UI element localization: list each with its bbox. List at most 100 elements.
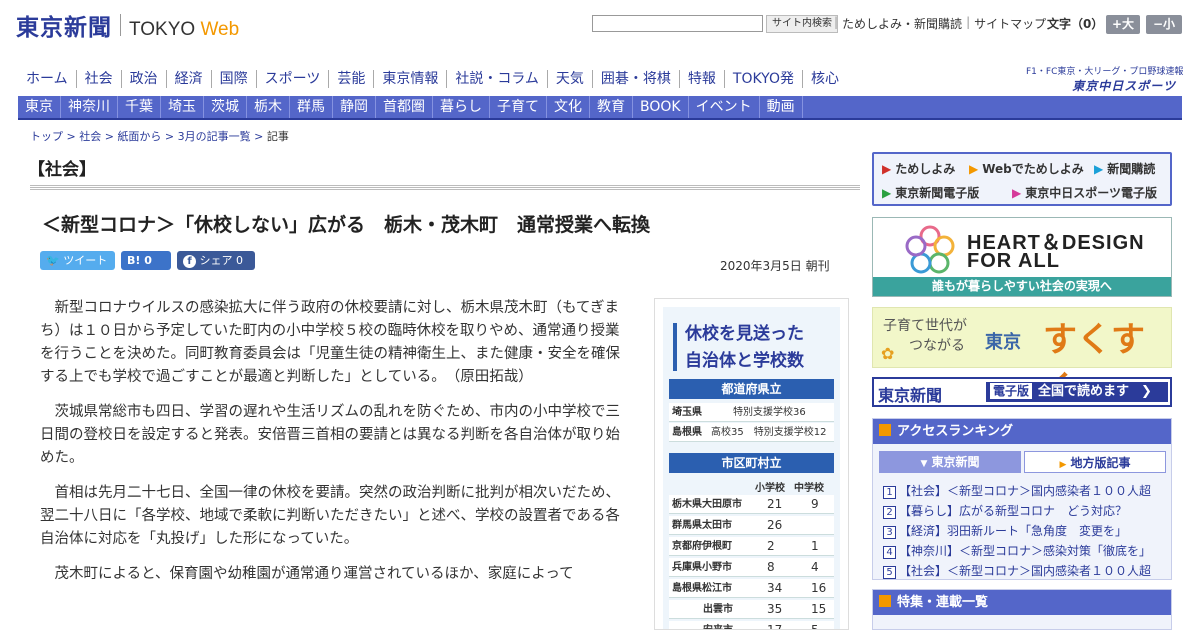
row-junior: 9 <box>811 497 819 511</box>
local-chiba[interactable]: 千葉 <box>118 96 161 118</box>
nav-tokyo-hatsu[interactable]: TOKYO発 <box>725 70 803 88</box>
ranking-list: 1 【社会】＜新型コロナ＞国内感染者１００人超 2 【暮らし】広がる新型コロナ どう… <box>883 481 1163 581</box>
row-name: 島根県 <box>672 427 702 438</box>
logo-en-b: Web <box>200 19 240 40</box>
e-paper-banner[interactable]: 東京新聞 電子版 全国で読めます ❯ <box>872 377 1172 407</box>
nav-sports[interactable]: スポーツ <box>257 70 330 88</box>
local-kanagawa[interactable]: 神奈川 <box>61 96 118 118</box>
ranking-item[interactable]: 5 【社会】＜新型コロナ＞国内感染者１００人超 <box>883 561 1163 581</box>
local-parenting[interactable]: 子育て <box>490 96 547 118</box>
crumb-march-list[interactable]: 3月の記事一覧 <box>178 130 251 143</box>
local-gunma[interactable]: 群馬 <box>290 96 333 118</box>
nav-society[interactable]: 社会 <box>77 70 122 88</box>
link-tameshiyomi[interactable]: ▶ ためしよみ <box>882 160 955 177</box>
table-row: 兵庫県小野市 8 4 <box>669 558 834 577</box>
ranking-item[interactable]: 4 【神奈川】＜新型コロナ＞感染対策「徹底を」 <box>883 541 1163 561</box>
ranking-text: 【暮らし】広がる新型コロナ どう対応？ <box>899 504 1128 518</box>
infographic-title-2: 自治体と学校数 <box>685 351 804 371</box>
chunichi-small: F1・FC東京・大リーグ・プロ野球速報 <box>1026 67 1184 77</box>
ranking-item[interactable]: 2 【暮らし】広がる新型コロナ どう対応？ <box>883 501 1163 521</box>
search-input[interactable] <box>592 15 763 32</box>
nav-politics[interactable]: 政治 <box>122 70 167 88</box>
infographic-inner: 休校を見送った 自治体と学校数 都道府県立 埼玉県 特別支援学校36 島根県 高校35… <box>663 307 840 629</box>
local-education[interactable]: 教育 <box>590 96 633 118</box>
link-trial-subscribe[interactable]: ためしよみ・新聞購読 <box>842 15 962 32</box>
rank-number: 3 <box>883 526 896 539</box>
tab-local-articles[interactable]: ▶ 地方版記事 <box>1024 451 1166 473</box>
nav-tokyo-info[interactable]: 東京情報 <box>374 70 448 88</box>
site-logo[interactable]: 東京新聞 TOKYO Web <box>16 8 239 42</box>
row-junior: 5 <box>811 623 819 630</box>
table-row: 京都府伊根町 2 1 <box>669 537 834 556</box>
search-button[interactable]: サイト内検索 <box>766 15 838 33</box>
row-name: 安来市 <box>703 621 733 629</box>
article-date: 2020年3月5日 朝刊 <box>720 259 830 273</box>
link-sitemap[interactable]: サイトマップ <box>974 15 1046 32</box>
ranking-item[interactable]: 3 【経済】羽田新ルート「急角度 変更を」 <box>883 521 1163 541</box>
sukusuku-tagline-2: つながる <box>909 338 965 354</box>
nav-weather[interactable]: 天気 <box>548 70 593 88</box>
font-down-button[interactable]: −小 <box>1146 15 1182 34</box>
link-label: 東京新聞電子版 <box>895 186 980 200</box>
tab-tokyo-shimbun[interactable]: ▼ 東京新聞 <box>879 451 1021 473</box>
feature-list: 特集・連載一覧 <box>872 589 1172 630</box>
link-web-tameshiyomi[interactable]: ▶ Webでためしよみ <box>969 160 1084 177</box>
link-e-paper[interactable]: ▶ 東京新聞電子版 <box>882 184 979 201</box>
title-bar <box>673 323 677 371</box>
sukusuku-banner[interactable]: 子育て世代がつながる ✿ 東京 すくすく <box>872 307 1172 409</box>
crumb-society[interactable]: 社会 <box>79 130 101 143</box>
local-book[interactable]: BOOK <box>633 96 689 118</box>
nav-igo-shogi[interactable]: 囲碁・将棋 <box>593 70 680 88</box>
subscription-links: ▶ ためしよみ ▶ Webでためしよみ ▶ 新聞購読 ▶ 東京新聞電子版 ▶ 東京中日スポ… <box>872 152 1172 206</box>
logo-en: TOKYO Web <box>129 19 239 41</box>
link-subscribe[interactable]: ▶ 新聞購読 <box>1094 160 1155 177</box>
row-elementary: 21 <box>767 497 783 511</box>
row-value: 特別支援学校36 <box>733 407 806 418</box>
nav-tokuho[interactable]: 特報 <box>680 70 725 88</box>
row-name: 出雲市 <box>703 604 733 615</box>
local-video[interactable]: 動画 <box>760 96 803 118</box>
tweet-button[interactable]: 🐦 ツイート <box>40 251 115 270</box>
chunichi-sports-link[interactable]: F1・FC東京・大リーグ・プロ野球速報 東京中日スポーツ <box>1026 64 1184 94</box>
local-shutoken[interactable]: 首都圏 <box>376 96 433 118</box>
row-name: 栃木県大田原市 <box>672 499 742 510</box>
link-chunichi-e-paper[interactable]: ▶ 東京中日スポーツ電子版 <box>1012 184 1157 201</box>
nav-kakushin[interactable]: 核心 <box>803 70 847 88</box>
crumb-paper[interactable]: 紙面から <box>117 130 161 143</box>
infographic-table[interactable]: 休校を見送った 自治体と学校数 都道府県立 埼玉県 特別支援学校36 島根県 高校35… <box>654 298 849 630</box>
row-junior: 1 <box>811 539 819 553</box>
facebook-share-button[interactable]: f シェア 0 <box>177 251 255 270</box>
local-living[interactable]: 暮らし <box>433 96 490 118</box>
row-junior: 4 <box>811 560 819 574</box>
nav-entertainment[interactable]: 芸能 <box>329 70 375 88</box>
local-event[interactable]: イベント <box>689 96 760 118</box>
font-up-button[interactable]: +大 <box>1106 15 1140 34</box>
nav-home[interactable]: ホーム <box>18 70 77 88</box>
hatena-bookmark-button[interactable]: B! 0 <box>121 251 171 270</box>
local-culture[interactable]: 文化 <box>547 96 590 118</box>
tab-label: 東京新聞 <box>931 455 980 469</box>
local-shizuoka[interactable]: 静岡 <box>333 96 376 118</box>
article-paragraph: 新型コロナウイルスの感染拡大に伴う政府の休校要請に対し、栃木県茂木町（もてぎまち… <box>40 300 620 385</box>
top-links: | ためしよみ・新聞購読 | サイトマップ <box>834 15 1046 32</box>
rank-number: 5 <box>883 566 896 579</box>
nav-international[interactable]: 国際 <box>212 70 257 88</box>
row-junior: 15 <box>811 602 827 616</box>
nav-editorial[interactable]: 社説・コラム <box>447 70 548 88</box>
link-label: 新聞購読 <box>1107 162 1156 176</box>
crumb-top[interactable]: トップ <box>30 130 63 143</box>
ranking-title: アクセスランキング <box>897 424 1013 439</box>
local-saitama[interactable]: 埼玉 <box>161 96 204 118</box>
link-label: 東京中日スポーツ電子版 <box>1025 186 1157 200</box>
heart-design-banner[interactable]: HEART＆DESIGN FOR ALL 誰もが暮らしやすい社会の実現へ <box>872 217 1172 297</box>
row-elementary: 17 <box>767 623 783 630</box>
infographic-title-1: 休校を見送った <box>685 324 804 344</box>
local-ibaraki[interactable]: 茨城 <box>204 96 247 118</box>
local-tokyo[interactable]: 東京 <box>18 96 61 118</box>
ranking-item[interactable]: 1 【社会】＜新型コロナ＞国内感染者１００人超 <box>883 481 1163 501</box>
chunichi-main: 東京中日スポーツ <box>1072 79 1176 93</box>
ranking-text: 【神奈川】＜新型コロナ＞感染対策「徹底を」 <box>899 544 1152 558</box>
nav-economy[interactable]: 経済 <box>167 70 212 88</box>
local-tochigi[interactable]: 栃木 <box>247 96 290 118</box>
divider: | <box>834 15 839 29</box>
